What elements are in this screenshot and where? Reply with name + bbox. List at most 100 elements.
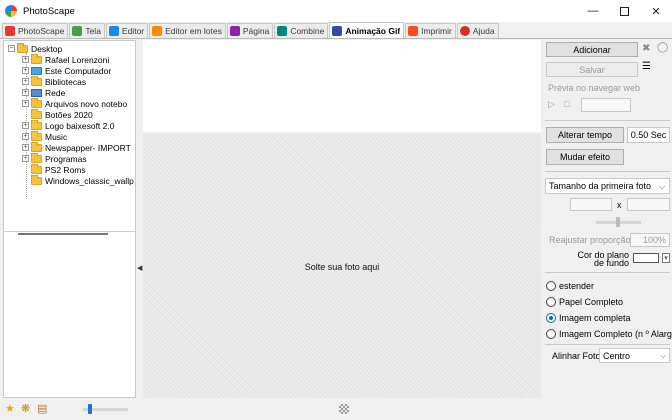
folder-icon bbox=[31, 53, 42, 64]
list-icon[interactable]: ☰ bbox=[642, 61, 651, 72]
photoscape-logo-icon bbox=[5, 5, 17, 17]
change-time-button[interactable]: Alterar tempo bbox=[546, 127, 624, 143]
tab-viewer[interactable]: Tela bbox=[69, 23, 105, 38]
preview-progress bbox=[581, 98, 631, 112]
folder-icon bbox=[31, 174, 42, 185]
tree-item[interactable]: + Newspapper- IMPORT bbox=[22, 141, 131, 153]
chevron-down-icon[interactable]: ⌵ bbox=[659, 182, 665, 192]
folder-icon bbox=[17, 42, 28, 53]
expand-icon[interactable]: + bbox=[22, 67, 29, 74]
expand-icon[interactable]: + bbox=[22, 78, 29, 85]
size-mode-select[interactable]: Tamanho da primeira foto bbox=[545, 178, 670, 194]
status-bar: ★ ❋ ▤ bbox=[0, 398, 672, 420]
size-separator: x bbox=[617, 200, 622, 210]
gif-animation-icon bbox=[332, 25, 343, 36]
maximize-button[interactable] bbox=[609, 0, 639, 22]
expand-icon[interactable]: + bbox=[22, 100, 29, 107]
tab-help[interactable]: Ajuda bbox=[456, 23, 499, 38]
readjust-proportion-field[interactable]: 100% bbox=[630, 233, 670, 247]
gif-settings-panel: Adicionar ✖ ◯ Salvar ☰ Prévia no navegar… bbox=[541, 40, 672, 398]
radio-full-paper[interactable] bbox=[546, 297, 556, 307]
tree-root[interactable]: − Desktop bbox=[8, 42, 62, 54]
tree-item[interactable]: + Este Computador bbox=[22, 65, 111, 76]
photo-drop-zone[interactable]: Solte sua foto aqui bbox=[143, 134, 541, 398]
tab-page[interactable]: Página bbox=[226, 23, 274, 38]
radio-full-image-no-stretch[interactable] bbox=[546, 329, 556, 339]
panel-divider bbox=[4, 231, 135, 232]
radio-label: Imagem completa bbox=[559, 313, 631, 323]
tree-item[interactable]: + Arquivos novo notebo bbox=[22, 97, 127, 109]
collapse-icon[interactable]: − bbox=[8, 45, 15, 52]
photoscape-icon bbox=[5, 26, 15, 36]
close-button[interactable]: ✕ bbox=[641, 0, 671, 22]
chevron-down-icon[interactable]: ⌵ bbox=[660, 351, 666, 361]
close-icon: ✕ bbox=[651, 5, 661, 18]
expand-icon[interactable]: + bbox=[22, 144, 29, 151]
tree-item[interactable]: + Bibliotecas bbox=[22, 75, 86, 87]
folder-view-icon[interactable]: ▤ bbox=[37, 402, 47, 415]
stop-icon[interactable]: □ bbox=[564, 99, 569, 109]
tree-item[interactable]: + Logo baixesoft 2.0 bbox=[22, 119, 114, 131]
folder-icon bbox=[31, 163, 42, 174]
folder-icon bbox=[31, 152, 42, 163]
folder-icon bbox=[31, 75, 42, 86]
trash-icon[interactable]: ◯ bbox=[657, 42, 668, 53]
remove-icon[interactable]: ✖ bbox=[642, 43, 650, 54]
height-field[interactable] bbox=[627, 198, 670, 211]
divider bbox=[545, 272, 670, 273]
folder-tree: − Desktop + Rafael Lorenzoni + Este Comput… bbox=[4, 41, 135, 231]
expand-icon[interactable]: + bbox=[22, 122, 29, 129]
divider bbox=[545, 120, 670, 121]
collapse-arrow-icon[interactable]: ◀ bbox=[137, 264, 142, 272]
horizontal-scrollbar[interactable] bbox=[18, 233, 108, 235]
folder-icon bbox=[31, 141, 42, 152]
radio-stretch[interactable] bbox=[546, 281, 556, 291]
network-icon bbox=[31, 88, 42, 97]
tab-combine[interactable]: Combine bbox=[274, 23, 329, 38]
tree-item[interactable]: + Music bbox=[22, 130, 67, 142]
tab-print[interactable]: Imprimir bbox=[405, 23, 456, 38]
time-value-field[interactable]: 0.50 Sec bbox=[627, 127, 670, 143]
favorites-icon[interactable]: ❋ bbox=[21, 402, 30, 415]
expand-icon[interactable]: + bbox=[22, 89, 29, 96]
tab-batch-editor[interactable]: Editor em lotes bbox=[149, 23, 226, 38]
tree-item[interactable]: + Rafael Lorenzoni bbox=[22, 53, 109, 65]
maximize-icon bbox=[619, 6, 629, 16]
minimize-icon: — bbox=[587, 5, 599, 17]
background-color-label: Cor do plano de fundo bbox=[577, 251, 629, 267]
tab-editor[interactable]: Editor bbox=[105, 23, 149, 38]
page-icon bbox=[229, 26, 240, 36]
expand-icon[interactable]: + bbox=[22, 155, 29, 162]
play-icon[interactable]: ▷ bbox=[548, 99, 555, 110]
star-icon[interactable]: ★ bbox=[5, 402, 15, 415]
title-bar: PhotoScape — ✕ bbox=[0, 0, 672, 22]
tab-photoscape[interactable]: PhotoScape bbox=[2, 23, 69, 38]
folder-icon bbox=[31, 97, 42, 108]
folder-browser-panel: − Desktop + Rafael Lorenzoni + Este Comput… bbox=[3, 40, 136, 398]
color-dropdown-icon[interactable]: ▾ bbox=[662, 253, 670, 263]
radio-label: Papel Completo bbox=[559, 297, 624, 307]
size-slider-thumb[interactable] bbox=[616, 217, 620, 227]
background-color-swatch[interactable] bbox=[633, 253, 659, 263]
expand-icon[interactable]: + bbox=[22, 56, 29, 63]
align-photo-label: Alinhar Foto bbox=[552, 351, 601, 361]
minimize-button[interactable]: — bbox=[578, 0, 608, 22]
width-field[interactable] bbox=[570, 198, 612, 211]
batch-editor-icon bbox=[152, 26, 163, 36]
tree-item[interactable]: Botões 2020 bbox=[22, 108, 93, 120]
tab-gif-animation[interactable]: Animação Gif bbox=[329, 22, 405, 38]
save-button[interactable]: Salvar bbox=[546, 62, 638, 77]
panel-splitter[interactable]: ◀ bbox=[136, 40, 143, 398]
tree-item[interactable]: + Rede bbox=[22, 87, 65, 98]
tree-item[interactable]: + Programas bbox=[22, 152, 87, 164]
radio-label: Imagem Completo (n º Alarga bbox=[559, 329, 672, 339]
tree-item[interactable]: Windows_classic_wallp bbox=[22, 174, 134, 186]
thumbnail-size-thumb[interactable] bbox=[88, 404, 92, 414]
radio-full-image[interactable] bbox=[546, 313, 556, 323]
radio-label: estender bbox=[559, 281, 595, 291]
change-effect-button[interactable]: Mudar efeito bbox=[546, 149, 624, 165]
add-button[interactable]: Adicionar bbox=[546, 42, 638, 57]
browser-preview-label: Prévia no navegar web bbox=[548, 83, 641, 93]
expand-icon[interactable]: + bbox=[22, 133, 29, 140]
tree-item[interactable]: PS2 Roms bbox=[22, 163, 86, 175]
